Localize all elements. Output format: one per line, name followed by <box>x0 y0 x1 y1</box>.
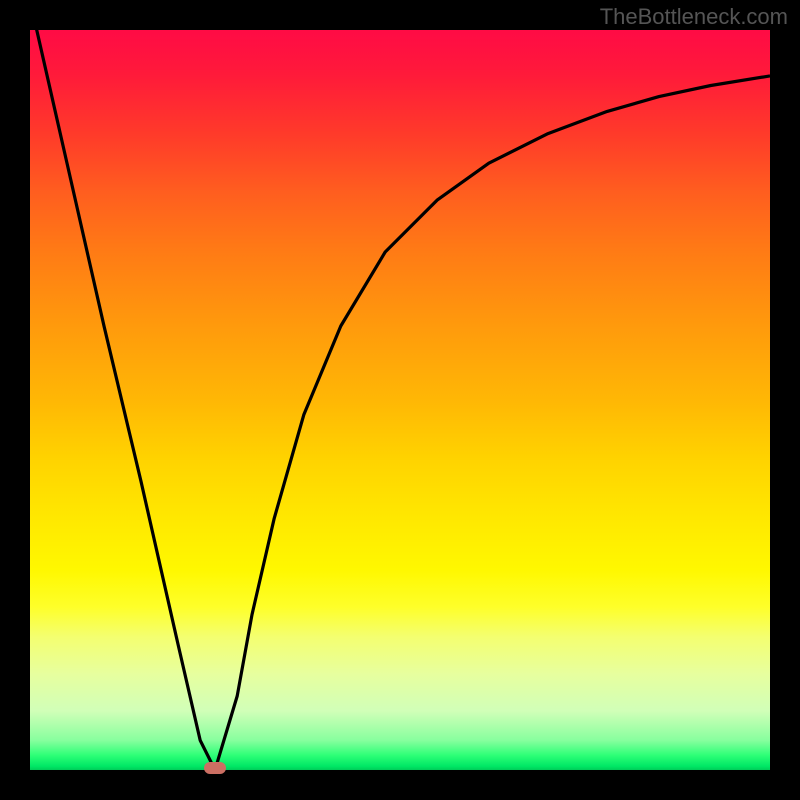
optimal-marker <box>204 762 226 774</box>
watermark-text: TheBottleneck.com <box>600 4 788 30</box>
plot-background <box>30 30 770 770</box>
